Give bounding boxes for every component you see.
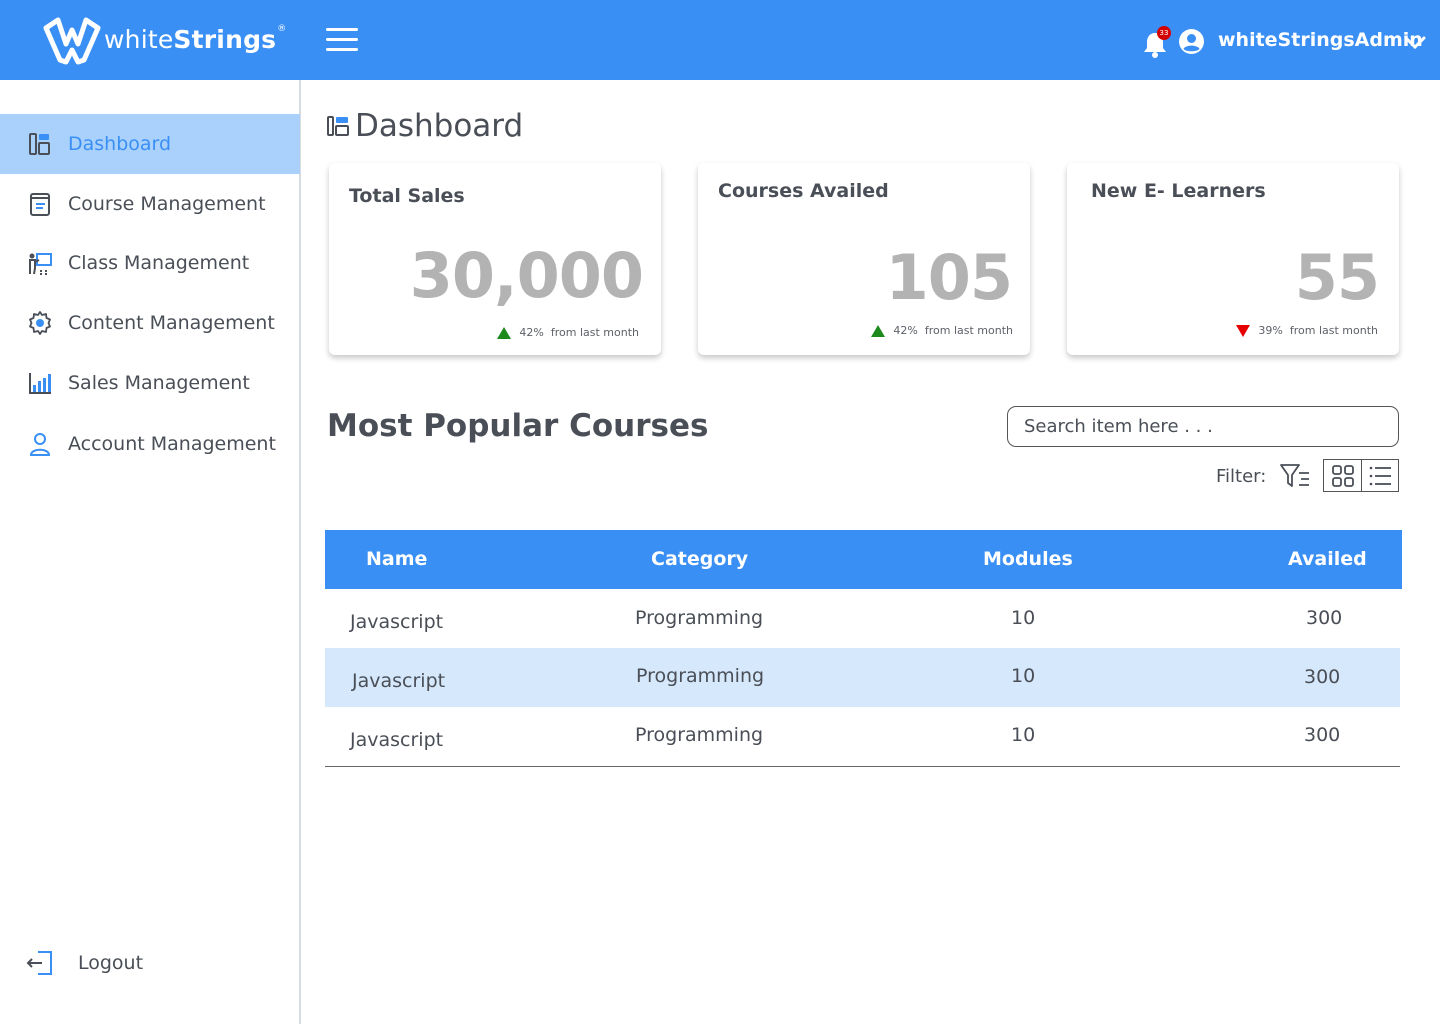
column-header-availed[interactable]: Availed [1288, 548, 1367, 570]
cell-availed: 300 [1304, 724, 1341, 746]
search-input[interactable] [1007, 406, 1399, 447]
card-trend: 42% from last month [871, 324, 1013, 337]
sidebar-item-label: Sales Management [68, 372, 250, 394]
trend-percent: 42% [893, 324, 918, 337]
cell-availed: 300 [1306, 607, 1343, 629]
list-icon [1369, 466, 1391, 485]
user-avatar-icon[interactable] [1178, 28, 1205, 55]
cell-modules: 10 [1011, 665, 1036, 687]
grid-icon [1331, 464, 1354, 487]
column-header-category[interactable]: Category [651, 548, 748, 570]
registered-mark: ® [277, 24, 287, 34]
filter-icon[interactable] [1279, 462, 1311, 490]
cell-category: Programming [636, 665, 765, 687]
sidebar-item-label: Course Management [68, 193, 266, 215]
filter-label: Filter: [1216, 466, 1267, 487]
trend-note: from last month [924, 324, 1013, 337]
cell-name: Javascript [350, 729, 444, 751]
sidebar: Dashboard Course Management Class Manage… [0, 80, 301, 1024]
trend-note: from last month [550, 326, 639, 339]
table-row[interactable]: Javascript Programming 10 300 [325, 589, 1402, 648]
trend-up-icon [871, 324, 886, 337]
card-title: New E- Learners [1091, 180, 1266, 202]
cell-modules: 10 [1011, 724, 1036, 746]
sidebar-item-label: Account Management [68, 433, 276, 455]
bar-chart-icon [29, 373, 51, 394]
gear-icon [29, 311, 51, 335]
sidebar-item-label: Content Management [68, 312, 275, 334]
card-title: Courses Availed [718, 180, 889, 202]
cell-availed: 300 [1304, 666, 1341, 688]
list-view-button[interactable] [1361, 460, 1398, 491]
user-icon [29, 433, 51, 456]
notification-badge: 33 [1157, 26, 1171, 40]
sidebar-item-label: Dashboard [68, 133, 172, 155]
table-header: Name Category Modules Availed [325, 530, 1402, 589]
cell-category: Programming [635, 607, 764, 629]
stat-card-new-learners: New E- Learners 55 39% from last month [1067, 163, 1399, 355]
page-title: Dashboard [327, 108, 523, 144]
cell-modules: 10 [1011, 607, 1036, 629]
stat-card-courses-availed: Courses Availed 105 42% from last month [698, 163, 1030, 355]
card-trend: 42% from last month [497, 326, 639, 339]
table-row[interactable]: Javascript Programming 10 300 [325, 648, 1400, 707]
card-value: 55 [1294, 241, 1380, 314]
trend-down-icon [1236, 324, 1251, 337]
card-value: 105 [885, 241, 1013, 314]
card-title: Total Sales [349, 185, 465, 207]
chevron-down-icon[interactable] [1404, 36, 1426, 50]
table-divider [325, 766, 1400, 767]
trend-percent: 39% [1258, 324, 1283, 337]
table-row[interactable]: Javascript Programming 10 300 [325, 707, 1402, 766]
courses-table: Name Category Modules Availed Javascript… [325, 530, 1402, 767]
logo-mark-icon [43, 17, 101, 65]
column-header-modules[interactable]: Modules [983, 548, 1073, 570]
sidebar-item-course-management[interactable]: Course Management [0, 174, 300, 234]
column-header-name[interactable]: Name [366, 548, 427, 570]
brand-name: whiteStrings [104, 24, 277, 54]
logout-label: Logout [78, 952, 144, 974]
cell-name: Javascript [350, 611, 444, 633]
card-trend: 39% from last month [1236, 324, 1378, 337]
sidebar-item-dashboard[interactable]: Dashboard [0, 114, 300, 174]
logout-button[interactable]: Logout [0, 940, 300, 990]
view-toggle [1323, 459, 1399, 492]
stat-card-total-sales: Total Sales 30,000 42% from last month [329, 163, 661, 355]
sidebar-item-class-management[interactable]: Class Management [0, 233, 300, 293]
trend-note: from last month [1289, 324, 1378, 337]
cell-category: Programming [635, 724, 764, 746]
trend-percent: 42% [519, 326, 544, 339]
dashboard-icon [29, 133, 50, 155]
sidebar-item-account-management[interactable]: Account Management [0, 414, 300, 474]
username[interactable]: whiteStringsAdmin [1218, 29, 1423, 51]
sidebar-item-sales-management[interactable]: Sales Management [0, 353, 300, 413]
book-icon [30, 193, 50, 216]
presentation-icon [29, 253, 52, 275]
top-bar: whiteStrings ® 33 whiteStringsAdmin [0, 0, 1440, 80]
sidebar-item-label: Class Management [68, 252, 250, 274]
trend-up-icon [497, 326, 512, 339]
page-title-text: Dashboard [355, 108, 524, 144]
sidebar-item-content-management[interactable]: Content Management [0, 293, 300, 353]
cell-name: Javascript [352, 670, 446, 692]
section-title: Most Popular Courses [327, 408, 709, 444]
logout-icon [26, 951, 52, 975]
dashboard-icon [327, 116, 349, 136]
hamburger-menu-icon[interactable] [326, 28, 358, 52]
brand-logo[interactable]: whiteStrings ® [40, 14, 286, 68]
grid-view-button[interactable] [1324, 460, 1361, 491]
card-value: 30,000 [409, 239, 644, 312]
